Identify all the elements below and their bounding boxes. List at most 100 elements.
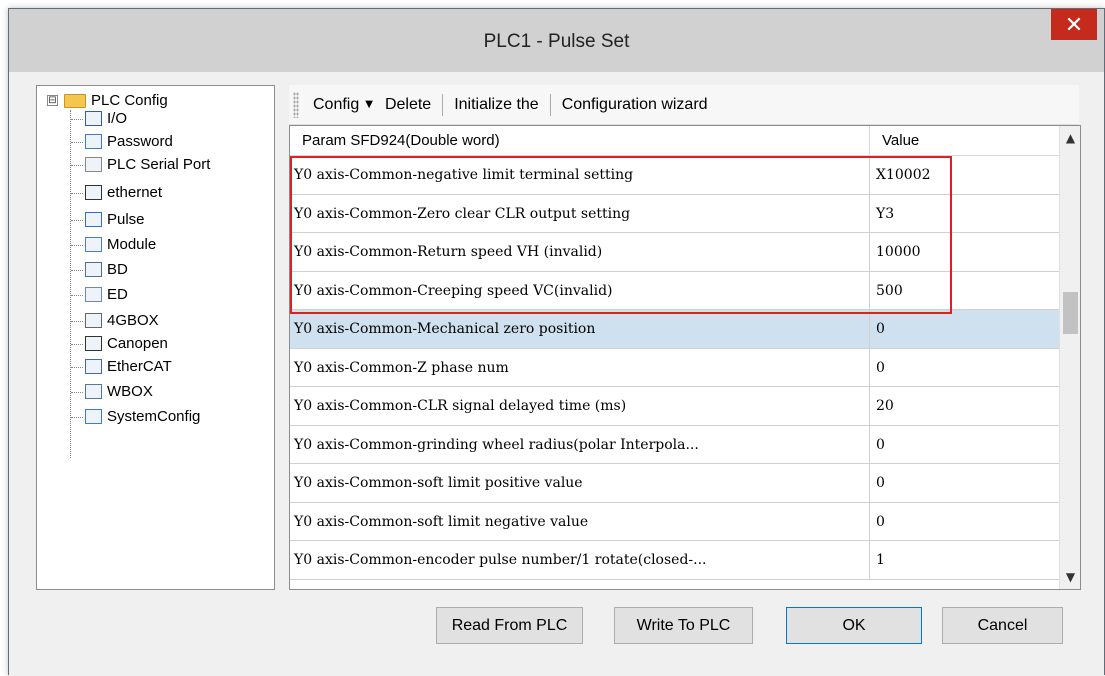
tree-root-label: PLC Config: [91, 92, 168, 109]
value-cell[interactable]: Y3: [870, 195, 1060, 233]
table-row[interactable]: Y0 axis-Common-soft limit positive value…: [290, 464, 1060, 503]
tree-item-label: ethernet: [107, 184, 163, 201]
table-row[interactable]: Y0 axis-Common-Z phase num 0: [290, 348, 1060, 387]
tree-item-ed[interactable]: ED: [85, 286, 128, 303]
param-cell: Y0 axis-Common-Z phase num: [290, 348, 870, 386]
scrollbar-thumb[interactable]: [1063, 292, 1078, 334]
tree-item-label: BD: [107, 261, 128, 278]
config-tree[interactable]: ⊟ PLC Config I/O Password PLC Serial Port e…: [36, 85, 275, 590]
grid-header: Param SFD924(Double word) Value: [290, 126, 1060, 156]
tree-item-canopen[interactable]: Canopen: [85, 335, 168, 352]
tree-item-label: Module: [107, 236, 157, 253]
scroll-up-icon[interactable]: ▲: [1060, 126, 1080, 150]
tree-item-label: ED: [107, 286, 128, 303]
tree-root-plc-config[interactable]: ⊟ PLC Config: [47, 92, 168, 109]
param-cell: Y0 axis-Common-Creeping speed VC(invalid…: [290, 271, 870, 309]
tree-item-wbox[interactable]: WBOX: [85, 383, 153, 400]
tree-item-label: WBOX: [107, 383, 153, 400]
toolbar-separator: [549, 93, 551, 116]
serial-port-icon: [85, 157, 102, 172]
param-cell: Y0 axis-Common-soft limit positive value: [290, 464, 870, 502]
tree-item-label: Password: [107, 133, 173, 150]
initialize-button[interactable]: Initialize the: [448, 96, 545, 114]
table-row[interactable]: Y0 axis-Common-grinding wheel radius(pol…: [290, 425, 1060, 464]
vertical-scrollbar[interactable]: ▲ ▼: [1059, 126, 1080, 589]
tree-item-bd[interactable]: BD: [85, 261, 128, 278]
password-icon: [85, 134, 102, 149]
collapse-icon[interactable]: ⊟: [47, 95, 58, 106]
tree-item-4gbox[interactable]: 4GBOX: [85, 312, 159, 329]
ok-button[interactable]: OK: [786, 607, 922, 644]
tree-item-plc-serial-port[interactable]: PLC Serial Port: [85, 156, 210, 173]
config-menu-button[interactable]: Config ▼: [307, 96, 379, 114]
value-cell[interactable]: X10002: [870, 156, 1060, 194]
table-row[interactable]: Y0 axis-Common-negative limit terminal s…: [290, 156, 1060, 195]
tree-item-label: Pulse: [107, 211, 145, 228]
title-bar[interactable]: PLC1 - Pulse Set ✕: [9, 9, 1104, 72]
table-row[interactable]: Y0 axis-Common-CLR signal delayed time (…: [290, 387, 1060, 426]
configuration-wizard-button[interactable]: Configuration wizard: [556, 96, 714, 114]
system-config-icon: [85, 409, 102, 424]
value-cell[interactable]: 0: [870, 464, 1060, 502]
tree-item-module[interactable]: Module: [85, 236, 156, 253]
value-cell[interactable]: 500: [870, 272, 1060, 310]
write-to-plc-button[interactable]: Write To PLC: [614, 607, 753, 644]
tree-item-i-o[interactable]: I/O: [85, 110, 127, 127]
caret-down-icon: ▼: [365, 99, 373, 110]
table-row[interactable]: Y0 axis-Common-Return speed VH (invalid)…: [290, 233, 1060, 272]
param-cell: Y0 axis-Common-soft limit negative value: [290, 502, 870, 540]
table-row[interactable]: Y0 axis-Common-soft limit negative value…: [290, 502, 1060, 541]
table-row[interactable]: Y0 axis-Common-Zero clear CLR output set…: [290, 194, 1060, 233]
tree-item-label: SystemConfig: [107, 408, 201, 425]
column-header-value[interactable]: Value: [870, 126, 1060, 155]
value-cell[interactable]: 0: [870, 310, 1060, 348]
toolbar-grip[interactable]: [293, 91, 299, 118]
tree-item-label: Canopen: [107, 335, 168, 352]
io-icon: [85, 111, 102, 126]
param-cell: Y0 axis-Common-grinding wheel radius(pol…: [290, 425, 870, 463]
initialize-label: Initialize the: [454, 95, 539, 113]
ed-icon: [85, 287, 102, 302]
value-cell[interactable]: 20: [870, 387, 1060, 425]
scroll-down-icon[interactable]: ▼: [1060, 565, 1080, 589]
close-button[interactable]: ✕: [1051, 9, 1097, 40]
param-cell: Y0 axis-Common-encoder pulse number/1 ro…: [290, 541, 870, 579]
tree-item-pulse[interactable]: Pulse: [85, 211, 145, 228]
parameter-grid[interactable]: Param SFD924(Double word) Value Y0 axis-…: [289, 125, 1081, 590]
value-cell[interactable]: 0: [870, 349, 1060, 387]
read-from-plc-button[interactable]: Read From PLC: [436, 607, 583, 644]
param-cell: Y0 axis-Common-Mechanical zero position: [290, 310, 870, 348]
column-header-param[interactable]: Param SFD924(Double word): [290, 126, 870, 155]
value-cell[interactable]: 0: [870, 503, 1060, 541]
window-title: PLC1 - Pulse Set: [483, 31, 630, 52]
ethernet-icon: [85, 185, 102, 200]
table-row[interactable]: Y0 axis-Common-Creeping speed VC(invalid…: [290, 271, 1060, 310]
table-row[interactable]: Y0 axis-Common-Mechanical zero position 0: [290, 310, 1060, 349]
tree-item-label: 4GBOX: [107, 312, 159, 329]
delete-label: Delete: [384, 95, 432, 113]
tree-item-ethercat[interactable]: EtherCAT: [85, 358, 172, 375]
tree-item-systemconfig[interactable]: SystemConfig: [85, 408, 200, 425]
table-row[interactable]: Y0 axis-Common-encoder pulse number/1 ro…: [290, 541, 1060, 580]
tree-item-label: PLC Serial Port: [107, 156, 211, 173]
wbox-icon: [85, 384, 102, 399]
wizard-label: Configuration wizard: [561, 95, 708, 113]
tree-item-ethernet[interactable]: ethernet: [85, 184, 162, 201]
value-cell[interactable]: 0: [870, 426, 1060, 464]
pulse-set-dialog: PLC1 - Pulse Set ✕ ⊟ PLC Config I/O Passw…: [8, 8, 1105, 676]
cancel-button[interactable]: Cancel: [942, 607, 1063, 644]
tree-item-label: I/O: [107, 110, 128, 127]
tree-item-password[interactable]: Password: [85, 133, 173, 150]
config-label: Config: [313, 95, 360, 113]
delete-button[interactable]: Delete: [379, 96, 437, 114]
param-cell: Y0 axis-Common-CLR signal delayed time (…: [290, 387, 870, 425]
tree-item-label: EtherCAT: [107, 358, 172, 375]
close-icon: ✕: [1064, 11, 1084, 37]
value-cell[interactable]: 1: [870, 541, 1060, 579]
module-icon: [85, 237, 102, 252]
toolbar: Config ▼ Delete Initialize the Configura…: [289, 85, 1079, 125]
bd-icon: [85, 262, 102, 277]
folder-icon: [64, 93, 86, 108]
param-cell: Y0 axis-Common-Zero clear CLR output set…: [290, 194, 870, 232]
value-cell[interactable]: 10000: [870, 233, 1060, 271]
